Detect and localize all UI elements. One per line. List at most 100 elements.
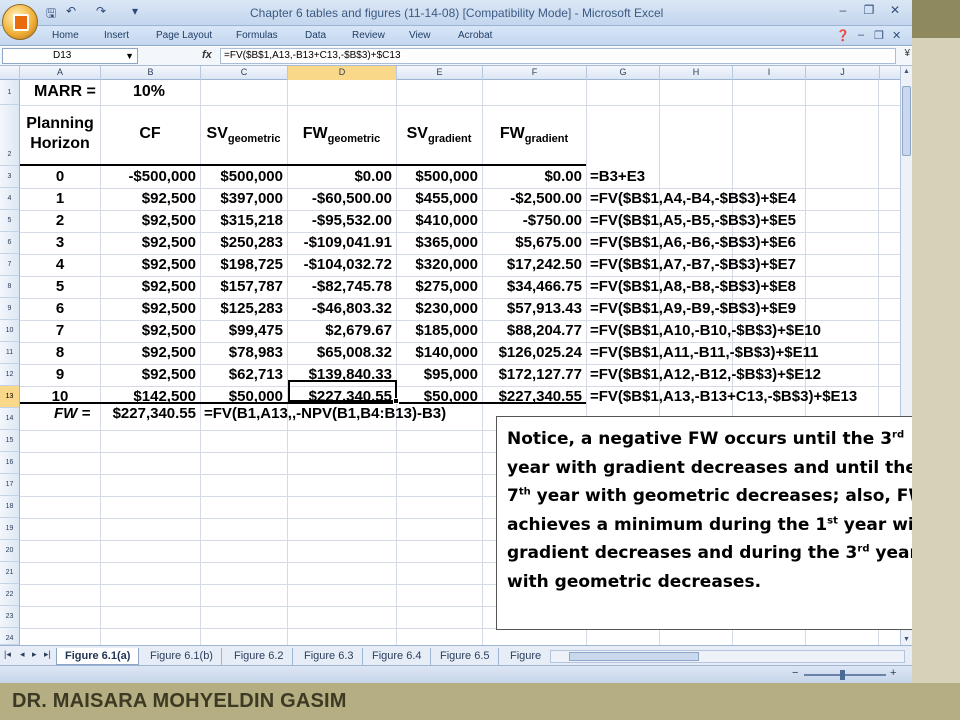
save-icon[interactable]: 🖫 xyxy=(46,4,56,25)
cell-sv-gradient[interactable]: $455,000 xyxy=(396,190,478,208)
row-header[interactable]: 24 xyxy=(0,628,19,645)
column-header-a[interactable]: A xyxy=(20,66,101,80)
cell-formula[interactable]: =FV($B$1,A5,-B5,-$B$3)+$E5 xyxy=(590,212,796,230)
prev-sheet-icon[interactable]: ◂ xyxy=(20,649,25,660)
tab-formulas[interactable]: Formulas xyxy=(236,30,278,41)
cell-formula[interactable]: =FV($B$1,A12,-B12,-$B$3)+$E12 xyxy=(590,366,821,384)
cell-fw-gradient[interactable]: $34,466.75 xyxy=(482,278,582,296)
vertical-scroll-thumb[interactable] xyxy=(902,86,911,156)
cell-fw-gradient[interactable]: -$750.00 xyxy=(482,212,582,230)
header-fw-gradient[interactable]: FWgradient xyxy=(482,124,586,149)
workbook-restore-button[interactable]: ❐ xyxy=(874,29,884,42)
last-sheet-icon[interactable]: ▸| xyxy=(44,649,51,660)
row-header[interactable]: 9 xyxy=(0,298,19,320)
cell-fw-geometric[interactable]: $65,008.32 xyxy=(287,344,392,362)
fill-handle[interactable] xyxy=(393,398,399,404)
column-header-i[interactable]: I xyxy=(733,66,806,80)
cell-cf[interactable]: $92,500 xyxy=(100,190,196,208)
cell-horizon[interactable]: 10 xyxy=(20,388,100,406)
tab-home[interactable]: Home xyxy=(52,30,79,41)
row-header[interactable]: 1 xyxy=(0,80,19,105)
cell-fw-gradient[interactable]: $88,204.77 xyxy=(482,322,582,340)
fw-formula[interactable]: =FV(B1,A13,,-NPV(B1,B4:B13)-B3) xyxy=(204,405,446,423)
expand-formula-bar-icon[interactable]: ¥ xyxy=(904,48,910,59)
sheet-tab-figure-partial[interactable]: Figure xyxy=(502,648,549,665)
marr-value[interactable]: 10% xyxy=(133,83,165,101)
redo-icon[interactable]: ↷ xyxy=(96,4,106,18)
cell-cf[interactable]: $92,500 xyxy=(100,344,196,362)
fw-label[interactable]: FW = xyxy=(54,405,90,423)
row-header[interactable]: 15 xyxy=(0,430,19,452)
column-header-c[interactable]: C xyxy=(201,66,288,80)
header-sv-gradient[interactable]: SVgradient xyxy=(396,124,482,149)
cell-horizon[interactable]: 1 xyxy=(20,190,100,208)
cell-sv-gradient[interactable]: $500,000 xyxy=(396,168,478,186)
cell-horizon[interactable]: 8 xyxy=(20,344,100,362)
select-all-corner[interactable] xyxy=(0,66,20,80)
header-sv-geometric[interactable]: SVgeometric xyxy=(200,124,287,149)
row-header[interactable]: 7 xyxy=(0,254,19,276)
row-header[interactable]: 13 xyxy=(0,386,19,408)
cell-sv-gradient[interactable]: $95,000 xyxy=(396,366,478,384)
cell-cf[interactable]: $92,500 xyxy=(100,234,196,252)
column-header-d[interactable]: D xyxy=(288,66,397,80)
undo-icon[interactable]: ↶ xyxy=(66,4,76,18)
cell-formula[interactable]: =FV($B$1,A9,-B9,-$B$3)+$E9 xyxy=(590,300,796,318)
header-fw-geometric[interactable]: FWgeometric xyxy=(287,124,396,149)
row-header[interactable]: 18 xyxy=(0,496,19,518)
cell-sv-geometric[interactable]: $397,000 xyxy=(200,190,283,208)
cell-sv-geometric[interactable]: $99,475 xyxy=(200,322,283,340)
cell-fw-geometric[interactable]: -$46,803.32 xyxy=(287,300,392,318)
cell-horizon[interactable]: 2 xyxy=(20,212,100,230)
row-header[interactable]: 16 xyxy=(0,452,19,474)
cell-cf[interactable]: -$500,000 xyxy=(100,168,196,186)
cell-cf[interactable]: $92,500 xyxy=(100,256,196,274)
row-header[interactable]: 17 xyxy=(0,474,19,496)
tab-data[interactable]: Data xyxy=(305,30,326,41)
help-icon[interactable]: ❓ xyxy=(836,29,850,42)
scroll-up-icon[interactable]: ▲ xyxy=(901,68,912,75)
row-header[interactable]: 12 xyxy=(0,364,19,386)
cell-cf[interactable]: $92,500 xyxy=(100,212,196,230)
tab-insert[interactable]: Insert xyxy=(104,30,129,41)
cell-fw-geometric[interactable]: -$82,745.78 xyxy=(287,278,392,296)
cell-formula[interactable]: =FV($B$1,A10,-B10,-$B$3)+$E10 xyxy=(590,322,821,340)
column-header-g[interactable]: G xyxy=(587,66,660,80)
scroll-down-icon[interactable]: ▼ xyxy=(901,636,912,643)
tab-acrobat[interactable]: Acrobat xyxy=(458,30,492,41)
cell-fw-gradient[interactable]: $172,127.77 xyxy=(482,366,582,384)
horizontal-scroll-thumb[interactable] xyxy=(569,652,699,661)
tab-review[interactable]: Review xyxy=(352,30,385,41)
cell-fw-geometric[interactable]: -$95,532.00 xyxy=(287,212,392,230)
cell-sv-geometric[interactable]: $125,283 xyxy=(200,300,283,318)
row-header[interactable]: 2 xyxy=(0,105,19,166)
cell-fw-geometric[interactable]: -$104,032.72 xyxy=(287,256,392,274)
minimize-button[interactable]: – xyxy=(830,2,856,20)
row-header[interactable]: 19 xyxy=(0,518,19,540)
cell-sv-gradient[interactable]: $50,000 xyxy=(396,388,478,406)
formula-input[interactable]: =FV($B$1,A13,-B13+C13,-$B$3)+$C13 xyxy=(220,48,896,64)
row-header[interactable]: 10 xyxy=(0,320,19,342)
cell-formula[interactable]: =FV($B$1,A13,-B13+C13,-$B$3)+$E13 xyxy=(590,388,857,406)
cell-horizon[interactable]: 3 xyxy=(20,234,100,252)
header-cf[interactable]: CF xyxy=(100,124,200,144)
cell-horizon[interactable]: 6 xyxy=(20,300,100,318)
cell-horizon[interactable]: 9 xyxy=(20,366,100,384)
sheet-tab-figure-6-4[interactable]: Figure 6.4 xyxy=(364,648,431,665)
tab-page-layout[interactable]: Page Layout xyxy=(156,30,212,41)
cell-sv-gradient[interactable]: $275,000 xyxy=(396,278,478,296)
cell-fw-geometric[interactable]: -$109,041.91 xyxy=(287,234,392,252)
cell-fw-gradient[interactable]: $57,913.43 xyxy=(482,300,582,318)
column-header-h[interactable]: H xyxy=(660,66,733,80)
cell-sv-geometric[interactable]: $500,000 xyxy=(200,168,283,186)
cell-fw-gradient[interactable]: $17,242.50 xyxy=(482,256,582,274)
sheet-tab-figure-6-3[interactable]: Figure 6.3 xyxy=(296,648,363,665)
close-button[interactable]: ✕ xyxy=(882,2,908,20)
sheet-tab-figure-6-1a[interactable]: Figure 6.1(a) xyxy=(56,648,140,665)
cell-sv-gradient[interactable]: $230,000 xyxy=(396,300,478,318)
cell-formula[interactable]: =FV($B$1,A7,-B7,-$B$3)+$E7 xyxy=(590,256,796,274)
cell-cf[interactable]: $92,500 xyxy=(100,278,196,296)
name-box[interactable]: D13 ▼ xyxy=(2,48,138,64)
active-cell-d13[interactable] xyxy=(288,380,399,404)
cell-sv-geometric[interactable]: $250,283 xyxy=(200,234,283,252)
